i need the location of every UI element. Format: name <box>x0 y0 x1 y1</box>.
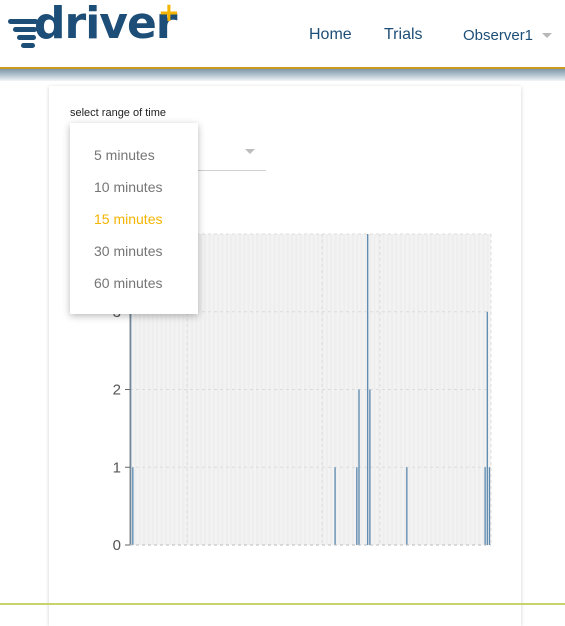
column-stripe <box>325 234 328 545</box>
chart-bar <box>406 467 408 545</box>
column-stripe <box>421 234 424 545</box>
chart-bar <box>367 234 369 545</box>
column-stripe <box>343 234 346 545</box>
range-option-10-minutes[interactable]: 10 minutes <box>94 179 162 195</box>
column-stripe <box>451 234 455 545</box>
chart-bar <box>369 389 371 545</box>
range-option-60-minutes[interactable]: 60 minutes <box>94 275 162 291</box>
column-stripe <box>373 234 376 545</box>
column-stripe <box>438 234 441 545</box>
range-option-30-minutes[interactable]: 30 minutes <box>94 243 162 259</box>
column-stripe <box>230 234 233 545</box>
chart-bar <box>334 467 336 545</box>
y-tick-label: 2 <box>113 382 121 399</box>
chart-bar <box>132 467 134 545</box>
chart-bar <box>484 467 486 545</box>
column-stripe <box>216 234 220 545</box>
column-stripe <box>295 234 298 545</box>
range-dropdown-menu: 5 minutes 10 minutes 15 minutes 30 minut… <box>70 123 198 314</box>
chart-bar <box>486 311 488 545</box>
chart-bar <box>488 467 491 545</box>
column-stripe <box>264 234 268 545</box>
chart-bar <box>358 389 360 545</box>
column-stripe <box>277 234 281 545</box>
column-stripe <box>404 234 407 545</box>
column-stripe <box>199 234 202 545</box>
column-stripe <box>469 234 472 545</box>
column-stripe <box>390 234 394 545</box>
y-tick-label: 1 <box>113 459 121 476</box>
y-tick-label: 0 <box>113 537 121 554</box>
range-select-label: select range of time <box>70 107 166 119</box>
range-select-chevron-down-icon[interactable] <box>245 149 255 154</box>
range-option-5-minutes[interactable]: 5 minutes <box>94 147 155 163</box>
column-stripe <box>247 234 250 545</box>
column-stripe <box>312 234 315 545</box>
chart-bar <box>356 467 358 545</box>
range-option-15-minutes[interactable]: 15 minutes <box>94 211 162 227</box>
